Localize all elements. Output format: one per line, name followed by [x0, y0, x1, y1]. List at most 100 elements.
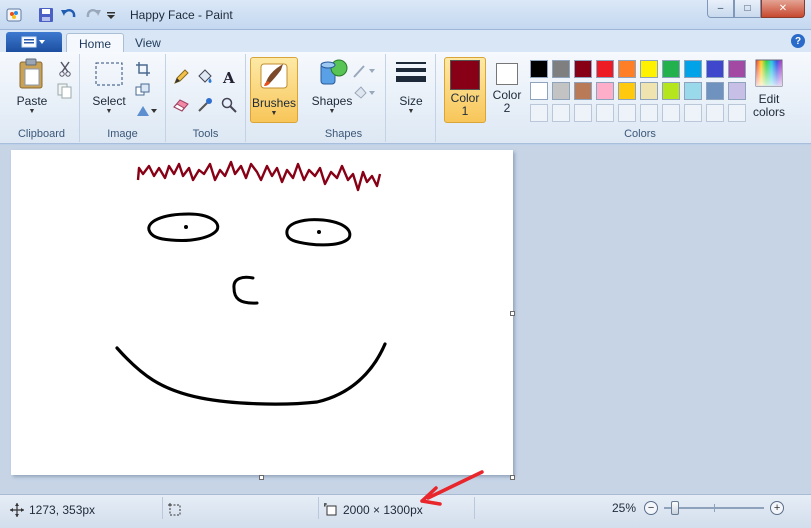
paint-app-icon[interactable]: [6, 6, 24, 24]
shapes-label: Shapes: [311, 94, 353, 108]
color-swatch[interactable]: [640, 82, 658, 100]
color-swatch[interactable]: [530, 60, 548, 78]
resize-icon[interactable]: [134, 81, 152, 99]
size-dropdown-arrow[interactable]: ▼: [390, 108, 432, 116]
hair-stroke: [136, 160, 382, 192]
shapes-group-label: Shapes: [324, 128, 363, 140]
color-swatch[interactable]: [596, 60, 614, 78]
fill-icon[interactable]: [196, 68, 214, 86]
zoom-slider-thumb[interactable]: [671, 501, 680, 515]
maximize-button[interactable]: □: [734, 0, 761, 18]
pencil-icon[interactable]: [172, 68, 190, 86]
selection-size-icon: [168, 503, 181, 516]
colors-group-label: Colors: [624, 128, 656, 140]
size-button[interactable]: Size ▼: [390, 58, 432, 116]
crop-icon[interactable]: [134, 60, 152, 78]
cursor-position: 1273, 353px: [10, 503, 95, 517]
canvas-workspace[interactable]: [0, 145, 811, 494]
image-size: 2000 × 1300px: [324, 503, 423, 517]
eraser-icon[interactable]: [172, 96, 190, 114]
save-icon[interactable]: [38, 6, 54, 24]
resize-handle-bottom[interactable]: [259, 475, 264, 480]
custom-color-slot[interactable]: [618, 104, 636, 122]
select-button[interactable]: Select ▼: [86, 58, 132, 116]
redo-icon[interactable]: [84, 6, 102, 24]
brushes-dropdown-arrow[interactable]: ▼: [251, 110, 297, 118]
paste-dropdown-arrow[interactable]: ▼: [10, 108, 54, 116]
color-swatch[interactable]: [684, 60, 702, 78]
custom-color-slot[interactable]: [552, 104, 570, 122]
resize-handle-right[interactable]: [510, 311, 515, 316]
color-swatch[interactable]: [662, 60, 680, 78]
color-swatch[interactable]: [728, 60, 746, 78]
drawing-canvas[interactable]: [11, 150, 513, 475]
custom-color-slot[interactable]: [640, 104, 658, 122]
color-swatch[interactable]: [574, 60, 592, 78]
shapes-button[interactable]: Shapes ▼: [308, 58, 356, 116]
color-swatch[interactable]: [552, 82, 570, 100]
zoom-slider[interactable]: [664, 501, 765, 515]
color-swatch[interactable]: [706, 82, 724, 100]
color-swatch[interactable]: [684, 82, 702, 100]
color1-button[interactable]: Color 1: [444, 57, 486, 123]
custom-color-slot[interactable]: [596, 104, 614, 122]
help-icon[interactable]: ?: [791, 34, 805, 48]
shape-fill-icon[interactable]: [352, 84, 378, 102]
tab-home[interactable]: Home: [66, 33, 125, 53]
select-icon: [95, 62, 123, 86]
color2-swatch: [496, 63, 518, 85]
color-swatch[interactable]: [618, 60, 636, 78]
color-swatch[interactable]: [552, 60, 570, 78]
color-swatch[interactable]: [574, 82, 592, 100]
color-swatch[interactable]: [640, 60, 658, 78]
custom-color-slot[interactable]: [728, 104, 746, 122]
paste-label: Paste: [16, 94, 48, 108]
edit-colors-button[interactable]: Edit colors: [750, 58, 788, 119]
paste-button[interactable]: Paste ▼: [10, 58, 54, 116]
customize-toolbar-icon[interactable]: [106, 6, 116, 24]
resize-handle-corner[interactable]: [510, 475, 515, 480]
color-swatch[interactable]: [728, 82, 746, 100]
tools-group: A Tools: [166, 54, 246, 142]
brush-icon: [260, 63, 288, 89]
brushes-button[interactable]: Brushes ▼: [250, 57, 298, 123]
cut-icon[interactable]: [56, 60, 74, 78]
image-group: Select ▼ Image: [80, 54, 166, 142]
color-swatch[interactable]: [530, 82, 548, 100]
color-swatch[interactable]: [618, 82, 636, 100]
copy-icon[interactable]: [56, 82, 74, 100]
clipboard-group-label: Clipboard: [17, 128, 66, 140]
zoom-in-button[interactable]: +: [770, 501, 785, 515]
close-button[interactable]: ✕: [761, 0, 805, 18]
size-icon: [396, 62, 426, 82]
status-separator: [162, 497, 163, 519]
select-dropdown-arrow[interactable]: ▼: [86, 108, 132, 116]
color-swatch[interactable]: [662, 82, 680, 100]
minimize-button[interactable]: –: [707, 0, 734, 18]
rotate-icon[interactable]: [134, 102, 160, 120]
zoom-out-button[interactable]: −: [644, 501, 659, 515]
tab-view[interactable]: View: [123, 33, 173, 52]
color-picker-icon[interactable]: [196, 96, 214, 114]
color2-button[interactable]: Color 2: [488, 57, 526, 123]
shapes-dropdown-arrow[interactable]: ▼: [308, 108, 356, 116]
custom-color-slot[interactable]: [684, 104, 702, 122]
undo-icon[interactable]: [60, 6, 78, 24]
outline-icon[interactable]: [352, 62, 378, 80]
tools-group-label: Tools: [192, 128, 219, 140]
paste-icon: [19, 58, 43, 89]
custom-color-slot[interactable]: [574, 104, 592, 122]
text-icon[interactable]: A: [220, 68, 238, 86]
custom-color-slot[interactable]: [706, 104, 724, 122]
custom-color-slot[interactable]: [662, 104, 680, 122]
color-swatch[interactable]: [706, 60, 724, 78]
status-bar: 1273, 353px 2000 × 1300px 25% − +: [0, 494, 811, 528]
paint-menu-button[interactable]: [6, 32, 62, 52]
custom-color-slot[interactable]: [530, 104, 548, 122]
magnifier-icon[interactable]: [220, 96, 238, 114]
color-swatch[interactable]: [596, 82, 614, 100]
color1-swatch: [450, 60, 480, 90]
brushes-label: Brushes: [251, 96, 297, 110]
edit-colors-label-line2: colors: [752, 105, 785, 119]
colors-group: Edit colors Colors: [528, 54, 811, 142]
